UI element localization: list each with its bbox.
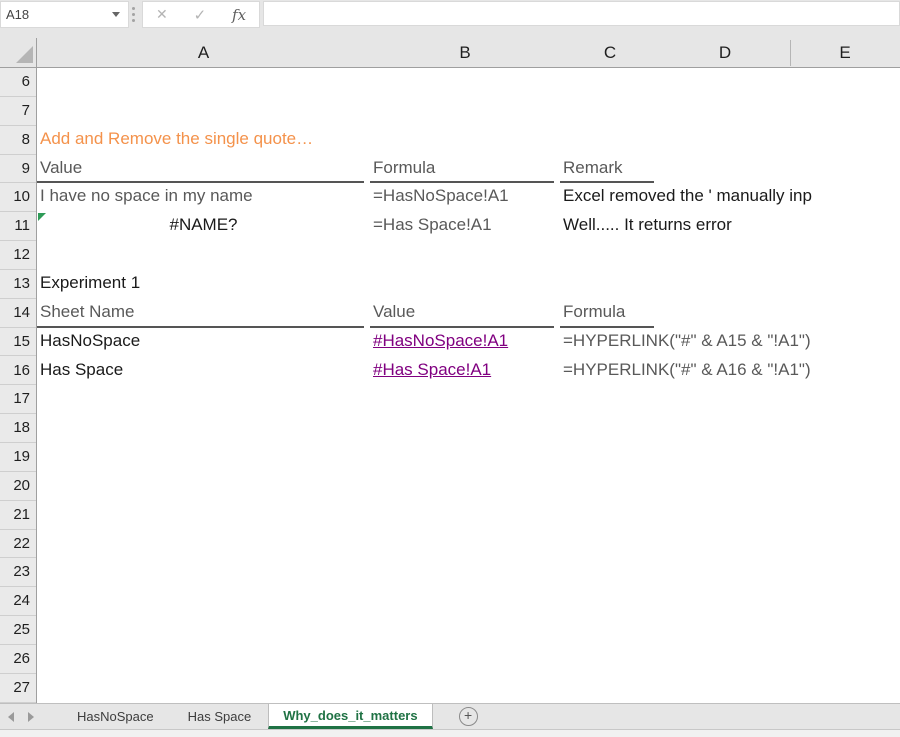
row-header-11[interactable]: 11 <box>0 212 36 241</box>
row-header-24[interactable]: 24 <box>0 587 36 616</box>
cell-B15[interactable]: #HasNoSpace!A1 <box>370 328 508 357</box>
row-header-17[interactable]: 17 <box>0 385 36 414</box>
row-header-14[interactable]: 14 <box>0 299 36 328</box>
column-separator-d-e <box>790 40 791 66</box>
prev-sheet-icon[interactable] <box>8 712 14 722</box>
cell-A9[interactable]: Value <box>37 155 364 184</box>
sheet-grid[interactable]: Add and Remove the single quote…ValueFor… <box>37 68 900 703</box>
row-header-12[interactable]: 12 <box>0 241 36 270</box>
row-header-10[interactable]: 10 <box>0 183 36 212</box>
toolbar-drag-separator <box>132 7 135 22</box>
cell-A8[interactable]: Add and Remove the single quote… <box>37 126 313 155</box>
name-box-dropdown-icon[interactable] <box>112 12 120 17</box>
cell-C9[interactable]: Remark <box>560 155 654 184</box>
add-sheet-button[interactable]: + <box>459 704 478 729</box>
row-header-9[interactable]: 9 <box>0 155 36 184</box>
row-header-column: 6789101112131415161718192021222324252627 <box>0 68 37 703</box>
row-header-7[interactable]: 7 <box>0 97 36 126</box>
row-header-27[interactable]: 27 <box>0 674 36 703</box>
next-sheet-icon[interactable] <box>28 712 34 722</box>
column-header-D[interactable]: D <box>660 38 790 67</box>
row-header-26[interactable]: 26 <box>0 645 36 674</box>
cell-B14[interactable]: Value <box>370 299 554 328</box>
sheet-tab-hasnospace[interactable]: HasNoSpace <box>60 704 171 729</box>
cell-B16[interactable]: #Has Space!A1 <box>370 357 491 386</box>
select-all-corner[interactable] <box>0 38 37 67</box>
cancel-icon[interactable]: ✕ <box>156 6 168 23</box>
cell-C11[interactable]: Well..... It returns error <box>560 212 732 241</box>
sheet-tab-why-does-it-matters[interactable]: Why_does_it_matters <box>268 704 432 729</box>
row-header-23[interactable]: 23 <box>0 558 36 587</box>
row-header-8[interactable]: 8 <box>0 126 36 155</box>
row-header-16[interactable]: 16 <box>0 357 36 386</box>
column-header-E[interactable]: E <box>790 38 900 67</box>
cell-A11[interactable]: #NAME? <box>37 212 370 241</box>
cell-B9[interactable]: Formula <box>370 155 554 184</box>
row-header-22[interactable]: 22 <box>0 530 36 559</box>
row-header-19[interactable]: 19 <box>0 443 36 472</box>
cell-A10[interactable]: I have no space in my name <box>37 183 253 212</box>
cell-C16[interactable]: =HYPERLINK("#" & A16 & "!A1") <box>560 357 811 386</box>
cell-C15[interactable]: =HYPERLINK("#" & A15 & "!A1") <box>560 328 811 357</box>
column-header-B[interactable]: B <box>370 38 560 67</box>
cell-C10[interactable]: Excel removed the ' manually inp <box>560 183 812 212</box>
row-header-25[interactable]: 25 <box>0 616 36 645</box>
error-indicator-icon <box>38 213 46 221</box>
name-box-value: A18 <box>1 7 112 22</box>
insert-function-icon[interactable]: fx <box>232 6 246 24</box>
formula-buttons: ✕ ✓ fx <box>142 1 260 28</box>
select-all-triangle-icon <box>16 46 33 63</box>
name-box[interactable]: A18 <box>0 1 129 28</box>
row-header-6[interactable]: 6 <box>0 68 36 97</box>
sheet-tab-bar: HasNoSpaceHas SpaceWhy_does_it_matters + <box>0 704 900 730</box>
cell-B11[interactable]: =Has Space!A1 <box>370 212 492 241</box>
column-header-C[interactable]: C <box>560 38 660 67</box>
formula-bar-input[interactable] <box>263 1 900 26</box>
row-header-18[interactable]: 18 <box>0 414 36 443</box>
cell-A13[interactable]: Experiment 1 <box>37 270 140 299</box>
cell-A16[interactable]: Has Space <box>37 357 123 386</box>
tab-navigation <box>0 704 60 729</box>
plus-icon: + <box>459 707 478 726</box>
cell-A15[interactable]: HasNoSpace <box>37 328 140 357</box>
row-header-21[interactable]: 21 <box>0 501 36 530</box>
excel-window: A18 ✕ ✓ fx ABCDE 67891011121314151617181… <box>0 0 900 737</box>
row-header-20[interactable]: 20 <box>0 472 36 501</box>
cell-C14[interactable]: Formula <box>560 299 654 328</box>
formula-toolbar: A18 ✕ ✓ fx <box>0 0 900 38</box>
enter-icon[interactable]: ✓ <box>194 6 207 24</box>
sheet-tab-has-space[interactable]: Has Space <box>171 704 269 729</box>
row-header-15[interactable]: 15 <box>0 328 36 357</box>
cell-A14[interactable]: Sheet Name <box>37 299 364 328</box>
column-header-row: ABCDE <box>0 38 900 68</box>
sheet-tabs: HasNoSpaceHas SpaceWhy_does_it_matters <box>60 704 433 729</box>
status-strip <box>0 730 900 737</box>
cell-B10[interactable]: =HasNoSpace!A1 <box>370 183 509 212</box>
row-header-13[interactable]: 13 <box>0 270 36 299</box>
column-header-A[interactable]: A <box>37 38 370 67</box>
